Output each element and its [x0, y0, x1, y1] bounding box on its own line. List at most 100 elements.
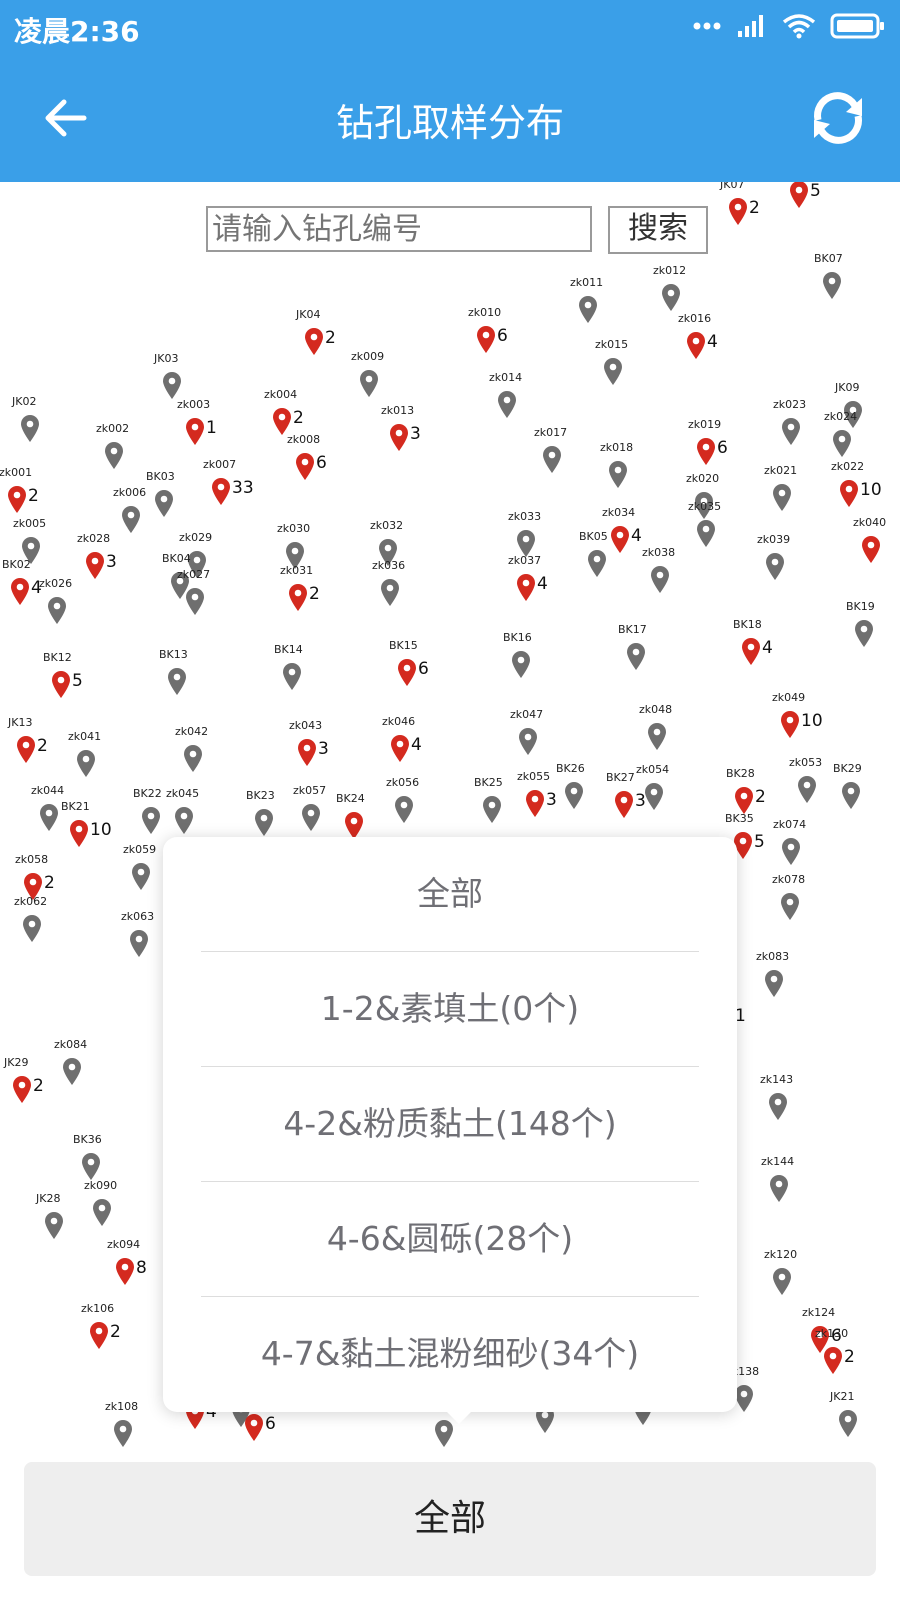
borehole-marker-sampled[interactable] — [727, 196, 749, 226]
borehole-marker[interactable] — [281, 661, 303, 691]
borehole-marker[interactable] — [510, 649, 532, 679]
borehole-search-input[interactable] — [206, 206, 592, 252]
borehole-marker[interactable] — [21, 913, 43, 943]
refresh-button[interactable] — [806, 86, 870, 150]
filter-option-4-7[interactable]: 4-7&黏土混粉细砂(34个) — [201, 1297, 699, 1411]
borehole-marker-sampled[interactable] — [114, 1256, 136, 1286]
borehole-marker[interactable] — [780, 416, 802, 446]
borehole-marker[interactable] — [853, 618, 875, 648]
borehole-marker[interactable] — [840, 780, 862, 810]
borehole-marker-sampled[interactable] — [740, 636, 762, 666]
borehole-marker[interactable] — [128, 928, 150, 958]
borehole-marker[interactable] — [602, 356, 624, 386]
borehole-marker-sampled[interactable] — [271, 406, 293, 436]
borehole-marker-sampled[interactable] — [343, 810, 365, 840]
borehole-marker[interactable] — [120, 504, 142, 534]
borehole-marker[interactable] — [771, 1266, 793, 1296]
borehole-marker-sampled[interactable] — [475, 324, 497, 354]
borehole-marker-sampled[interactable] — [50, 669, 72, 699]
borehole-marker-sampled[interactable] — [287, 582, 309, 612]
stratum-selector-button[interactable]: 全部 — [24, 1462, 876, 1576]
filter-option-4-2[interactable]: 4-2&粉质黏土(148个) — [201, 1067, 699, 1181]
borehole-marker-sampled[interactable] — [396, 657, 418, 687]
filter-option-all[interactable]: 全部 — [201, 837, 699, 951]
borehole-marker[interactable] — [161, 370, 183, 400]
borehole-marker[interactable] — [643, 781, 665, 811]
borehole-marker-sampled[interactable] — [515, 572, 537, 602]
borehole-marker[interactable] — [38, 802, 60, 832]
borehole-marker[interactable] — [541, 444, 563, 474]
borehole-marker[interactable] — [695, 518, 717, 548]
borehole-marker[interactable] — [831, 428, 853, 458]
borehole-marker[interactable] — [153, 488, 175, 518]
borehole-marker-sampled[interactable] — [609, 524, 631, 554]
borehole-marker-sampled[interactable] — [184, 416, 206, 446]
borehole-marker[interactable] — [763, 968, 785, 998]
borehole-marker[interactable] — [586, 548, 608, 578]
borehole-marker[interactable] — [767, 1091, 789, 1121]
borehole-marker[interactable] — [112, 1418, 134, 1448]
borehole-marker-sampled[interactable] — [860, 534, 882, 564]
borehole-marker-sampled[interactable] — [84, 550, 106, 580]
borehole-marker-sampled[interactable] — [524, 788, 546, 818]
borehole-marker-sampled[interactable] — [388, 422, 410, 452]
borehole-marker[interactable] — [660, 282, 682, 312]
borehole-marker[interactable] — [779, 891, 801, 921]
borehole-marker-sampled[interactable] — [303, 326, 325, 356]
borehole-marker[interactable] — [379, 577, 401, 607]
borehole-marker-sampled[interactable] — [243, 1412, 265, 1442]
borehole-marker[interactable] — [19, 413, 41, 443]
borehole-marker[interactable] — [780, 836, 802, 866]
borehole-marker-sampled[interactable] — [733, 785, 755, 815]
borehole-marker-sampled[interactable] — [11, 1074, 33, 1104]
borehole-marker[interactable] — [796, 774, 818, 804]
borehole-marker[interactable] — [517, 726, 539, 756]
borehole-marker[interactable] — [771, 482, 793, 512]
filter-option-4-6[interactable]: 4-6&圆砾(28个) — [201, 1182, 699, 1296]
borehole-marker[interactable] — [43, 1210, 65, 1240]
borehole-marker[interactable] — [481, 794, 503, 824]
borehole-marker[interactable] — [358, 368, 380, 398]
borehole-marker[interactable] — [46, 595, 68, 625]
borehole-marker-sampled[interactable] — [296, 737, 318, 767]
borehole-marker-sampled[interactable] — [210, 476, 232, 506]
borehole-marker-sampled[interactable] — [685, 330, 707, 360]
borehole-marker-sampled[interactable] — [15, 734, 37, 764]
borehole-marker[interactable] — [764, 551, 786, 581]
filter-option-1-2[interactable]: 1-2&素填土(0个) — [201, 952, 699, 1066]
borehole-marker[interactable] — [821, 270, 843, 300]
borehole-marker[interactable] — [182, 743, 204, 773]
borehole-marker-sampled[interactable] — [779, 709, 801, 739]
borehole-marker-sampled[interactable] — [294, 451, 316, 481]
search-button[interactable]: 搜索 — [608, 206, 708, 254]
borehole-marker-sampled[interactable] — [389, 733, 411, 763]
borehole-marker[interactable] — [75, 748, 97, 778]
borehole-marker[interactable] — [140, 805, 162, 835]
borehole-marker[interactable] — [625, 641, 647, 671]
borehole-marker[interactable] — [393, 794, 415, 824]
borehole-marker[interactable] — [61, 1056, 83, 1086]
borehole-marker[interactable] — [837, 1408, 859, 1438]
borehole-marker-sampled[interactable] — [9, 576, 31, 606]
borehole-marker[interactable] — [173, 805, 195, 835]
borehole-marker-sampled[interactable] — [822, 1345, 844, 1375]
borehole-marker[interactable] — [80, 1151, 102, 1181]
borehole-marker-sampled[interactable] — [613, 789, 635, 819]
borehole-marker-sampled[interactable] — [88, 1320, 110, 1350]
borehole-marker[interactable] — [577, 294, 599, 324]
borehole-marker-sampled[interactable] — [695, 436, 717, 466]
borehole-marker[interactable] — [300, 802, 322, 832]
borehole-marker-sampled[interactable] — [838, 478, 860, 508]
borehole-marker[interactable] — [768, 1173, 790, 1203]
borehole-marker[interactable] — [103, 440, 125, 470]
borehole-marker[interactable] — [166, 666, 188, 696]
borehole-marker[interactable] — [91, 1197, 113, 1227]
borehole-marker[interactable] — [253, 807, 275, 837]
borehole-marker[interactable] — [563, 780, 585, 810]
borehole-marker-sampled[interactable] — [6, 484, 28, 514]
borehole-marker[interactable] — [646, 721, 668, 751]
borehole-marker[interactable] — [496, 389, 518, 419]
borehole-marker[interactable] — [607, 459, 629, 489]
borehole-marker[interactable] — [184, 586, 206, 616]
borehole-marker-sampled[interactable] — [788, 182, 810, 209]
